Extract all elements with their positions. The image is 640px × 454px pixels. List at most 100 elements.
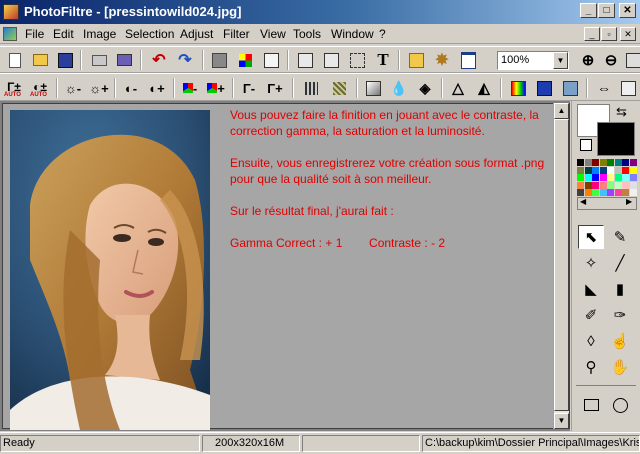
menu-window[interactable]: Window [331, 27, 374, 41]
palette-swatch[interactable] [599, 166, 607, 174]
save-icon[interactable] [54, 49, 76, 71]
palette-swatch[interactable] [577, 174, 584, 181]
emboss-icon[interactable] [362, 77, 384, 99]
palette-swatch[interactable] [577, 159, 584, 166]
brightness-minus-icon[interactable]: ☼- [62, 77, 84, 99]
contrast-minus-icon[interactable]: ◐- [120, 77, 142, 99]
vertical-scrollbar[interactable]: ▲ ▼ [553, 103, 569, 429]
menu-adjust[interactable]: Adjust [180, 27, 213, 41]
saturation-plus-icon[interactable]: + [205, 77, 227, 99]
brush-icon[interactable]: ✐ [578, 303, 604, 327]
palette-swatch[interactable] [629, 189, 637, 196]
palette-swatch[interactable] [592, 174, 599, 181]
palette-swatch[interactable] [614, 159, 622, 166]
grid-filter-icon[interactable] [300, 77, 322, 99]
swap-colors-icon[interactable]: ⇆ [616, 104, 627, 120]
palette-swatch[interactable] [592, 166, 599, 174]
menu-selection[interactable]: Selection [125, 27, 174, 41]
frame-icon[interactable] [533, 77, 555, 99]
palette-right-arrow-icon[interactable]: ▶ [626, 197, 632, 206]
spray-icon[interactable]: ▮ [607, 277, 633, 301]
magic-wand-icon[interactable]: ✧ [578, 251, 604, 275]
flip-horizontal-icon[interactable]: ⇔ [593, 77, 615, 99]
palette-swatch[interactable] [584, 166, 592, 174]
auto-levels-icon[interactable]: Γ± AUTO [3, 76, 25, 98]
zoom-out-icon[interactable]: ⊖ [600, 49, 622, 71]
palette-swatch[interactable] [577, 166, 584, 174]
palette-swatch[interactable] [592, 159, 599, 166]
portrait-photo[interactable] [10, 110, 210, 430]
plugin-icon[interactable]: ✸ [431, 49, 453, 71]
maximize-button[interactable]: □ [598, 3, 615, 18]
sharpen-more-icon[interactable]: △ [447, 77, 469, 99]
palette-left-arrow-icon[interactable]: ◀ [580, 197, 586, 206]
print-icon[interactable] [88, 49, 110, 71]
palette-swatch[interactable] [614, 181, 622, 189]
canvas-size-icon[interactable] [320, 49, 342, 71]
rectangle-shape-icon[interactable] [578, 393, 604, 417]
palette-scroller[interactable]: ◀ ▶ [577, 197, 637, 210]
brightness-plus-icon[interactable]: ☼+ [88, 77, 110, 99]
advanced-brush-icon[interactable]: ✑ [607, 303, 633, 327]
smudge-icon[interactable]: ☝ [607, 329, 633, 353]
palette-swatch[interactable] [629, 181, 637, 189]
palette-swatch[interactable] [614, 189, 622, 196]
photofiltre-app-icon[interactable] [3, 4, 19, 20]
palette-swatch[interactable] [607, 159, 614, 166]
palette-swatch[interactable] [622, 166, 629, 174]
scan-icon[interactable] [113, 49, 135, 71]
default-colors-icon[interactable] [580, 139, 592, 151]
paint-bucket-icon[interactable]: ◣ [578, 277, 604, 301]
palette-swatch[interactable] [577, 189, 584, 196]
palette-swatch[interactable] [622, 174, 629, 181]
menu-help[interactable]: ? [379, 27, 386, 41]
rotate-icon[interactable] [617, 77, 639, 99]
zoom-select[interactable]: 100% ▼ [497, 51, 569, 70]
transform-icon[interactable] [559, 77, 581, 99]
palette-swatch[interactable] [629, 174, 637, 181]
doc-minimize-button[interactable]: _ [584, 27, 600, 41]
clone-stamp-icon[interactable]: ⚲ [578, 355, 604, 379]
palette-swatch[interactable] [592, 181, 599, 189]
palette-swatch[interactable] [592, 189, 599, 196]
blur-icon[interactable]: 💧 [388, 77, 410, 99]
palette-swatch[interactable] [622, 181, 629, 189]
palette-swatch[interactable] [614, 166, 622, 174]
palette-swatch[interactable] [629, 159, 637, 166]
palette-swatch[interactable] [584, 181, 592, 189]
palette-swatch[interactable] [614, 174, 622, 181]
gradient-icon[interactable] [507, 77, 529, 99]
blur-drop-icon[interactable]: ◊ [578, 329, 604, 353]
gamma-minus-icon[interactable]: Γ- [238, 77, 260, 99]
new-file-icon[interactable] [4, 49, 26, 71]
palette-swatch[interactable] [599, 174, 607, 181]
fit-window-icon[interactable] [622, 49, 640, 71]
menu-file[interactable]: File [25, 27, 44, 41]
doc-close-button[interactable]: ✕ [620, 27, 636, 41]
palette-swatch[interactable] [584, 189, 592, 196]
palette-swatch[interactable] [584, 159, 592, 166]
redo-icon[interactable]: ↷ [174, 49, 196, 71]
sharpen-icon[interactable]: ◈ [414, 77, 436, 99]
zoom-in-icon[interactable]: ⊕ [577, 49, 599, 71]
palette-swatch[interactable] [584, 174, 592, 181]
document-icon[interactable] [3, 27, 17, 41]
palette-swatch[interactable] [607, 189, 614, 196]
image-size-icon[interactable] [294, 49, 316, 71]
chevron-down-icon[interactable]: ▼ [553, 52, 568, 69]
palette-swatch[interactable] [629, 166, 637, 174]
menu-view[interactable]: View [260, 27, 286, 41]
text-tool-icon[interactable]: T [372, 49, 394, 71]
scroll-down-arrow-icon[interactable]: ▼ [554, 413, 569, 429]
menu-filter[interactable]: Filter [223, 27, 250, 41]
saturation-minus-icon[interactable]: - [179, 77, 201, 99]
palette-swatch[interactable] [599, 181, 607, 189]
grayscale-icon[interactable] [208, 49, 230, 71]
palette-swatch[interactable] [599, 189, 607, 196]
undo-icon[interactable]: ↶ [148, 49, 170, 71]
runner-icon[interactable] [260, 49, 282, 71]
palette-swatch[interactable] [622, 189, 629, 196]
gamma-plus-icon[interactable]: Γ+ [264, 77, 286, 99]
close-button[interactable]: ✕ [619, 3, 636, 18]
contrast-plus-icon[interactable]: ◐+ [146, 77, 168, 99]
